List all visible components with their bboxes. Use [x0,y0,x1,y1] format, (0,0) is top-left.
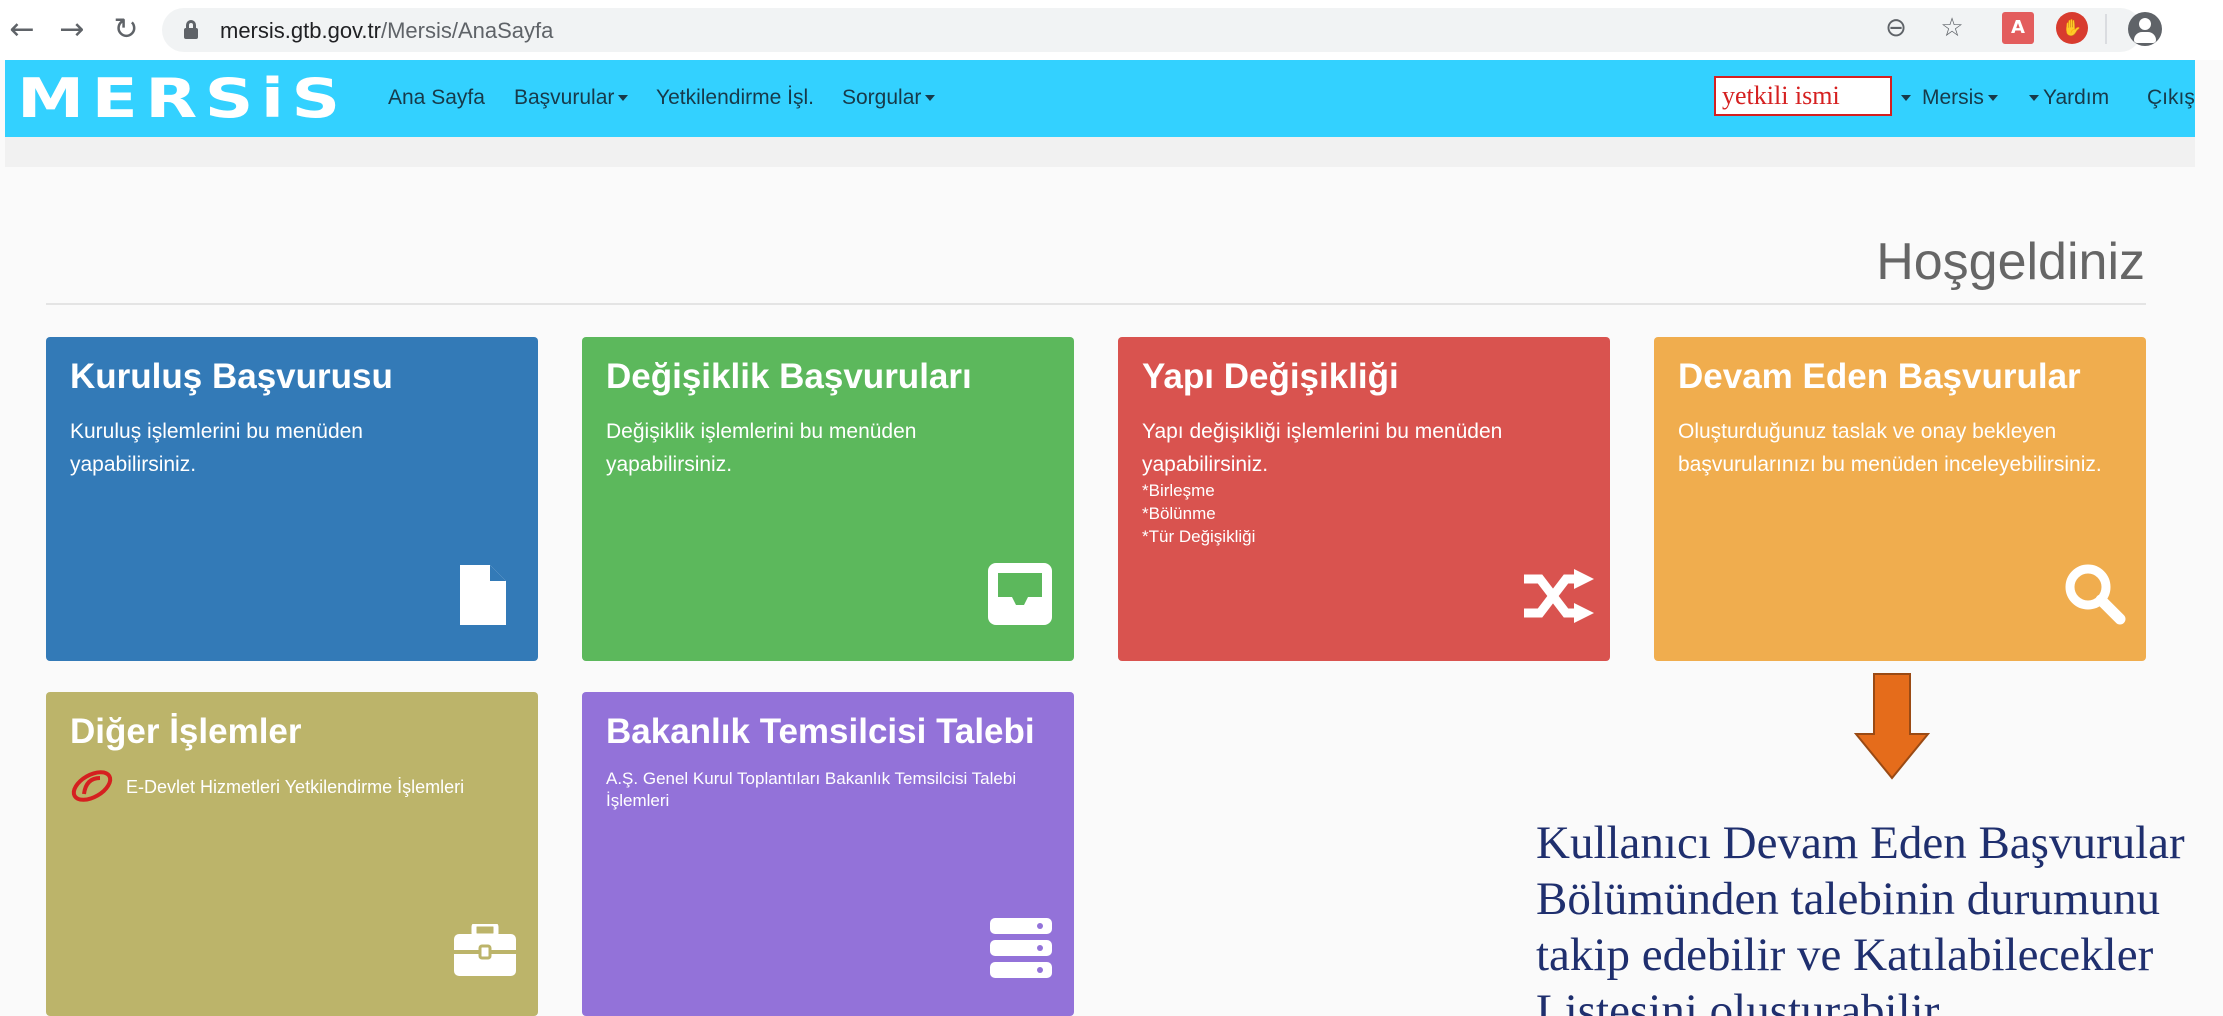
annotation-line: Kullanıcı Devam Eden Başvurular [1536,817,2185,869]
tile-description: Değişiklik işlemlerini bu menüden yapabi… [606,420,917,476]
server-icon [990,918,1052,983]
tile-title: Yapı Değişikliği [1142,357,1399,396]
profile-icon[interactable] [2128,12,2162,46]
tile-title: Değişiklik Başvuruları [606,357,972,396]
tile-description: Kuruluş işlemlerini bu menüden yapabilir… [70,420,363,476]
url-text: mersis.gtb.gov.tr/Mersis/AnaSayfa [220,18,554,43]
down-arrow-icon [1853,672,1931,780]
tile-diger-islemler[interactable]: Diğer İşlemler E-Devlet Hizmetleri Yetki… [46,692,538,1016]
nav-basvurular[interactable]: Başvurular [514,86,629,110]
nav-ana-sayfa[interactable]: Ana Sayfa [388,86,485,110]
caret-down-icon [925,95,936,102]
tile-description[interactable]: E-Devlet Hizmetleri Yetkilendirme İşleml… [126,776,464,799]
mersis-logo[interactable]: MERSiS [17,72,348,126]
reload-icon[interactable]: ↻ [108,12,144,48]
nav-mersis[interactable]: Mersis [1922,86,1998,110]
back-icon[interactable]: ← [4,12,40,48]
search-icon [2062,561,2126,630]
pdf-extension-icon[interactable]: A [2002,12,2034,44]
address-bar[interactable]: mersis.gtb.gov.tr/Mersis/AnaSayfa [162,8,2142,52]
tile-title: Kuruluş Başvurusu [70,357,393,396]
tile-title: Devam Eden Başvurular [1678,357,2081,396]
nav-yetkilendirme[interactable]: Yetkilendirme İşl. [656,86,814,110]
toolbar-divider [2105,14,2107,44]
tile-title: Diğer İşlemler [70,712,302,751]
inbox-icon [988,563,1052,630]
user-caret[interactable] [1897,86,1911,110]
tile-description: Oluşturduğunuz taslak ve onay bekleyen b… [1678,420,2102,476]
star-icon[interactable]: ☆ [1936,12,1968,44]
annotation-line: Bölümünden talebinin durumunu [1536,873,2160,925]
divider [46,303,2146,305]
nav-yardim[interactable]: Yardım [2029,86,2109,110]
tile-kurulus-basvurusu[interactable]: Kuruluş Başvurusu Kuruluş işlemlerini bu… [46,337,538,661]
forward-icon[interactable]: → [54,12,90,48]
header-band [5,137,2195,167]
tile-sub-item: *Tür Değişikliği [1142,527,1256,546]
edevlet-logo-icon [70,766,114,811]
lock-icon [184,20,198,39]
caret-down-icon [618,95,629,102]
top-navbar: MERSiS Ana Sayfa Başvurular Yetkilendirm… [5,60,2195,137]
user-name-box[interactable]: yetkili ismi [1714,76,1892,116]
annotation-text: Kullanıcı Devam Eden Başvurular Bölümünd… [1536,815,2185,1016]
tile-description: A.Ş. Genel Kurul Toplantıları Bakanlık T… [606,769,1017,810]
caret-down-icon [1901,95,1911,102]
shuffle-icon [1524,569,1596,628]
page-title: Hoşgeldiniz [1876,233,2145,291]
tile-yapi-degisikligi[interactable]: Yapı Değişikliği Yapı değişikliği işleml… [1118,337,1610,661]
tile-sub-item: *Birleşme [1142,481,1215,500]
annotation-line: takip edebilir ve Katılabilecekler [1536,929,2154,981]
annotation-line: Listesini oluşturabilir. [1536,985,1949,1016]
caret-down-icon [2029,95,2039,102]
tile-sub-item: *Bölünme [1142,504,1216,523]
nav-cikis[interactable]: Çıkış [2147,86,2195,110]
tile-title: Bakanlık Temsilcisi Talebi [606,712,1035,751]
document-icon [460,565,506,630]
tile-degisiklik-basvurulari[interactable]: Değişiklik Başvuruları Değişiklik işleml… [582,337,1074,661]
zoom-icon[interactable]: ⊖ [1880,12,1912,44]
tile-description: Yapı değişikliği işlemlerini bu menüden … [1142,420,1503,476]
extension-icon[interactable]: ✋ [2056,12,2088,44]
browser-toolbar: ← → ↻ mersis.gtb.gov.tr/Mersis/AnaSayfa … [0,0,2223,60]
briefcase-icon [454,921,516,981]
caret-down-icon [1987,95,1998,102]
tile-bakanlik-temsilcisi-talebi[interactable]: Bakanlık Temsilcisi Talebi A.Ş. Genel Ku… [582,692,1074,1016]
nav-sorgular[interactable]: Sorgular [842,86,936,110]
tile-devam-eden-basvurular[interactable]: Devam Eden Başvurular Oluşturduğunuz tas… [1654,337,2146,661]
